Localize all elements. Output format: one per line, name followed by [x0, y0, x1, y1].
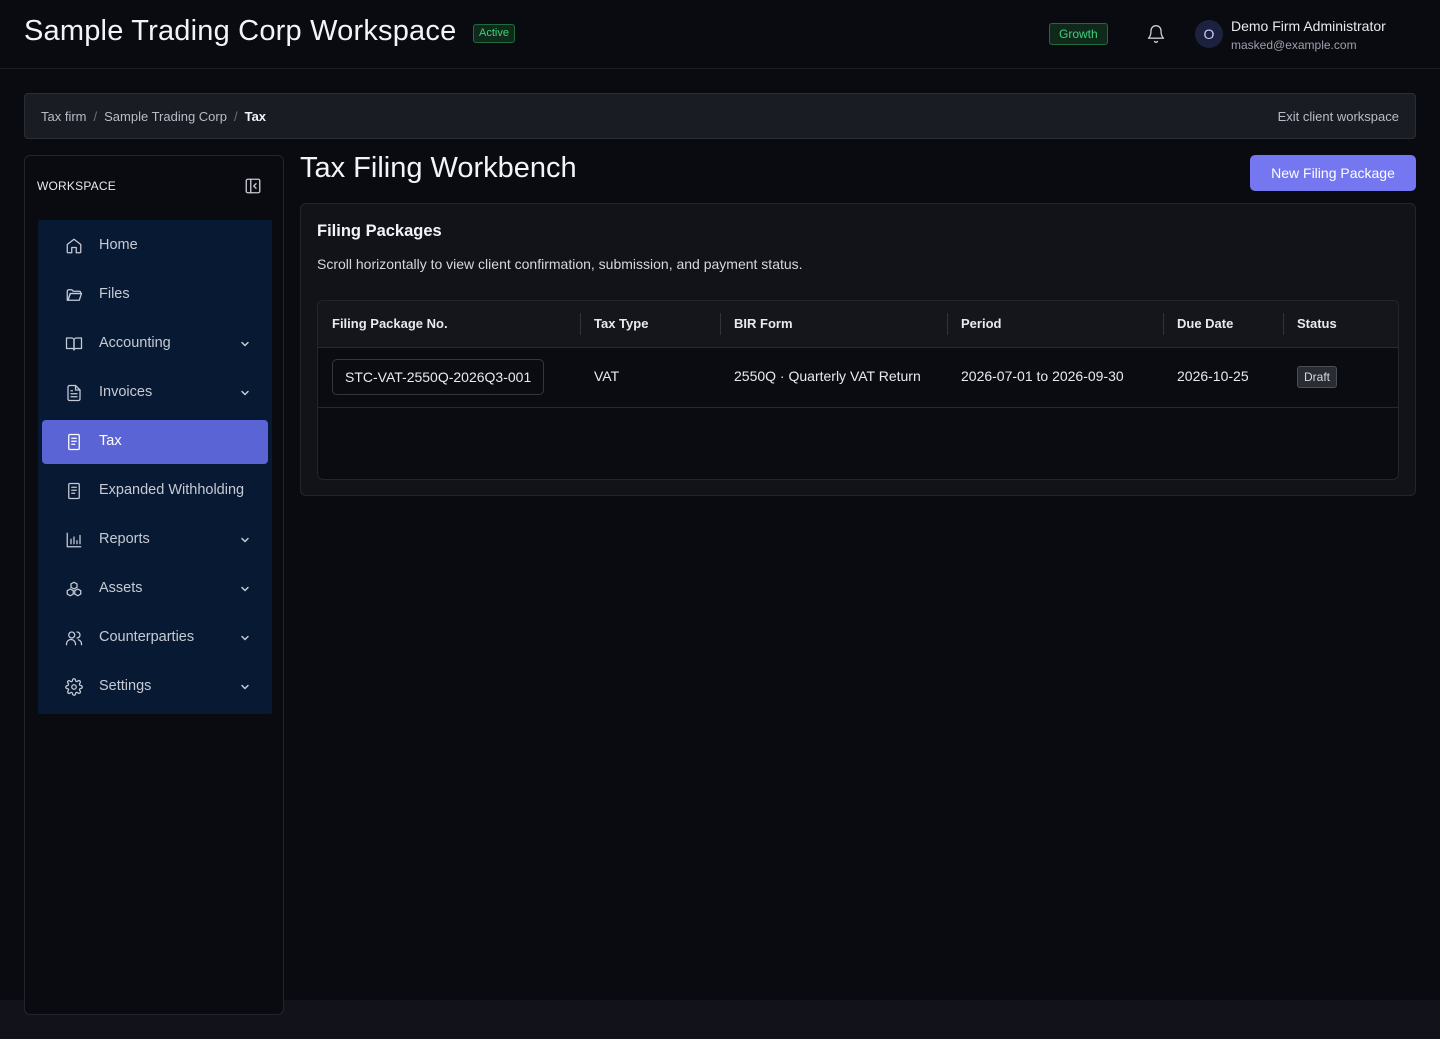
sidebar-item-label: Assets	[99, 580, 143, 596]
bir-form-cell: 2550Q · Quarterly VAT Return	[734, 368, 921, 384]
sidebar-nav: Home Files Accounting Invoices Tax Expan…	[38, 220, 272, 714]
chevron-down-icon	[239, 387, 251, 399]
chevron-down-icon	[239, 681, 251, 693]
column-divider	[720, 313, 721, 335]
users-icon	[65, 629, 83, 647]
breadcrumb-client[interactable]: Sample Trading Corp	[104, 109, 227, 124]
top-bar: Sample Trading Corp Workspace Active Gro…	[0, 0, 1440, 69]
sidebar-item-assets[interactable]: Assets	[42, 567, 268, 611]
plan-badge: Growth	[1049, 23, 1108, 45]
column-header-period[interactable]: Period	[961, 316, 1001, 331]
exit-workspace-link[interactable]: Exit client workspace	[1278, 109, 1399, 124]
breadcrumb-bar: Tax firm / Sample Trading Corp / Tax Exit cl…	[24, 93, 1416, 139]
bell-icon[interactable]	[1146, 24, 1166, 44]
breadcrumb: Tax firm / Sample Trading Corp / Tax	[41, 109, 266, 124]
sidebar-item-accounting[interactable]: Accounting	[42, 322, 268, 366]
column-divider	[947, 313, 948, 335]
home-icon	[65, 237, 83, 255]
breadcrumb-separator: /	[233, 109, 238, 124]
column-header-due-date[interactable]: Due Date	[1177, 316, 1233, 331]
column-header-package-no[interactable]: Filing Package No.	[332, 316, 448, 331]
card-description: Scroll horizontally to view client confi…	[317, 256, 803, 272]
user-name[interactable]: Demo Firm Administrator	[1231, 18, 1386, 34]
document-icon	[65, 482, 83, 500]
collapse-sidebar-icon[interactable]	[244, 177, 262, 195]
table-header: Filing Package No. Tax Type BIR Form Per…	[318, 301, 1398, 348]
avatar[interactable]: O	[1195, 20, 1223, 48]
chevron-down-icon	[239, 583, 251, 595]
sidebar-item-label: Settings	[99, 678, 152, 694]
sidebar-item-files[interactable]: Files	[42, 273, 268, 317]
book-icon	[65, 335, 83, 353]
column-divider	[1163, 313, 1164, 335]
breadcrumb-current: Tax	[244, 109, 267, 124]
column-header-status[interactable]: Status	[1297, 316, 1337, 331]
column-header-tax-type[interactable]: Tax Type	[594, 316, 648, 331]
assets-icon	[65, 580, 83, 598]
sidebar-item-label: Expanded Withholding Tax	[99, 482, 247, 498]
breadcrumb-tax-firm[interactable]: Tax firm	[41, 109, 87, 124]
new-filing-package-button[interactable]: New Filing Package	[1250, 155, 1416, 191]
sidebar-heading: WORKSPACE	[37, 179, 116, 193]
filing-packages-card: Filing Packages Scroll horizontally to v…	[300, 203, 1416, 496]
card-title: Filing Packages	[317, 222, 442, 240]
period-cell: 2026-07-01 to 2026-09-30	[961, 368, 1124, 384]
column-header-bir-form[interactable]: BIR Form	[734, 316, 793, 331]
filing-packages-table[interactable]: Filing Package No. Tax Type BIR Form Per…	[317, 300, 1399, 480]
sidebar-item-counterparties[interactable]: Counterparties	[42, 616, 268, 660]
sidebar-item-label: Tax	[99, 433, 122, 449]
filing-package-link[interactable]: STC-VAT-2550Q-2026Q3-001	[332, 359, 545, 395]
column-divider	[1283, 313, 1284, 335]
folder-icon	[65, 286, 83, 304]
status-badge: Draft	[1297, 366, 1338, 388]
sidebar-item-label: Home	[99, 237, 138, 253]
document-icon	[65, 433, 83, 451]
due-date-cell: 2026-10-25	[1177, 368, 1249, 384]
invoice-icon	[65, 384, 83, 402]
sidebar-item-label: Reports	[99, 531, 150, 547]
workspace-title: Sample Trading Corp Workspace	[24, 15, 457, 47]
bar-chart-icon	[65, 531, 83, 549]
gear-icon	[65, 678, 83, 696]
chevron-down-icon	[239, 534, 251, 546]
sidebar-item-expanded-withholding-tax[interactable]: Expanded Withholding Tax	[42, 469, 268, 513]
tax-type-cell: VAT	[594, 368, 620, 384]
sidebar-item-label: Accounting	[99, 335, 171, 351]
sidebar-item-settings[interactable]: Settings	[42, 665, 268, 709]
chevron-down-icon	[239, 338, 251, 350]
sidebar-item-label: Counterparties	[99, 629, 195, 645]
table-row[interactable]: STC-VAT-2550Q-2026Q3-001 VAT 2550Q · Qua…	[318, 347, 1398, 408]
sidebar-item-invoices[interactable]: Invoices	[42, 371, 268, 415]
page-title: Tax Filing Workbench	[300, 152, 577, 184]
column-divider	[580, 313, 581, 335]
sidebar: WORKSPACE Home Files Accounting Invoices…	[24, 155, 284, 1015]
active-status-badge: Active	[473, 24, 515, 43]
breadcrumb-separator: /	[93, 109, 98, 124]
sidebar-item-home[interactable]: Home	[42, 224, 268, 268]
user-email: masked@example.com	[1231, 38, 1357, 52]
chevron-down-icon	[239, 632, 251, 644]
sidebar-item-tax[interactable]: Tax	[42, 420, 268, 464]
sidebar-item-label: Invoices	[99, 384, 153, 400]
sidebar-item-reports[interactable]: Reports	[42, 518, 268, 562]
sidebar-item-label: Files	[99, 286, 130, 302]
